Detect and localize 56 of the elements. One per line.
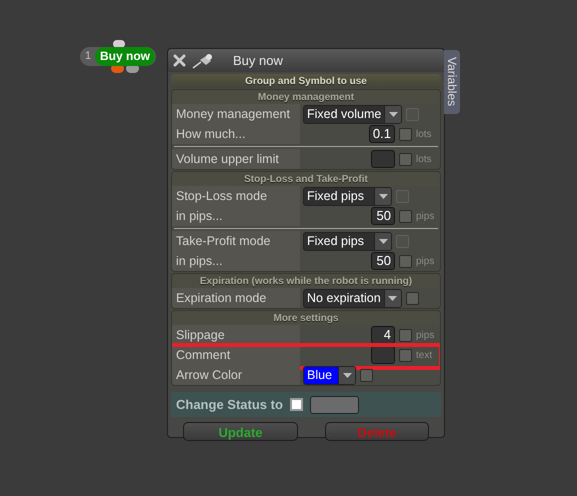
unit-label: text bbox=[416, 348, 434, 362]
unit-label: lots bbox=[416, 152, 433, 166]
unit-label: pips bbox=[416, 254, 436, 268]
dropdown[interactable]: Fixed pips bbox=[303, 232, 392, 250]
section-header: More settings bbox=[172, 311, 440, 325]
dropdown[interactable]: No expiration bbox=[303, 288, 402, 308]
section-header: Stop-Loss and Take-Profit bbox=[172, 172, 440, 186]
checkbox[interactable] bbox=[399, 348, 412, 362]
input-field[interactable]: 4 bbox=[371, 326, 395, 344]
node-number: 1 bbox=[85, 49, 92, 64]
field-label: in pips... bbox=[172, 251, 300, 271]
input-field[interactable]: 50 bbox=[371, 207, 395, 225]
checkbox[interactable] bbox=[399, 328, 412, 342]
unit-label: lots bbox=[416, 128, 433, 142]
field-label: Arrow Color bbox=[172, 365, 300, 385]
field-label: Comment bbox=[172, 345, 300, 365]
window-title: Buy now bbox=[233, 52, 283, 70]
input-field[interactable]: 50 bbox=[371, 252, 395, 270]
field-label: How much... bbox=[172, 124, 300, 144]
caret-icon[interactable] bbox=[388, 296, 398, 300]
field-label: Expiration mode bbox=[172, 288, 300, 308]
section-header: Money management bbox=[172, 90, 440, 104]
checkbox[interactable] bbox=[399, 128, 412, 140]
input-field[interactable] bbox=[371, 150, 395, 168]
field-label: in pips... bbox=[172, 206, 300, 226]
block-node-background[interactable]: 1 Buy now bbox=[80, 47, 156, 66]
caret-icon[interactable] bbox=[378, 238, 388, 244]
dropdown[interactable]: Fixed volume bbox=[303, 104, 402, 124]
checkbox[interactable] bbox=[399, 152, 412, 166]
status-input-field[interactable] bbox=[310, 396, 359, 414]
checkbox[interactable] bbox=[360, 368, 373, 382]
field-label: Volume upper limit bbox=[172, 149, 300, 169]
variables-tab[interactable]: Variables bbox=[444, 50, 460, 114]
field-label: Slippage bbox=[172, 325, 300, 345]
unit-label: pips bbox=[416, 210, 436, 224]
dropdown[interactable]: Blue bbox=[303, 366, 356, 384]
input-field[interactable]: 0.1 bbox=[368, 125, 395, 143]
caret-icon[interactable] bbox=[378, 194, 388, 198]
checkbox[interactable] bbox=[399, 210, 412, 222]
checkbox[interactable] bbox=[290, 398, 303, 411]
checkbox[interactable] bbox=[399, 254, 412, 268]
status-label: Change Status to bbox=[176, 396, 283, 414]
checkbox[interactable] bbox=[406, 292, 419, 304]
pin-icon[interactable] bbox=[192, 52, 214, 68]
group-header: Group and Symbol to use bbox=[171, 74, 441, 88]
input-field[interactable] bbox=[371, 346, 395, 364]
section-header: Expiration (works while the robot is running) bbox=[172, 274, 440, 288]
caret-icon[interactable] bbox=[388, 112, 398, 116]
node-label: Buy now bbox=[95, 47, 155, 66]
field-label: Money management bbox=[172, 104, 300, 124]
unit-label: pips bbox=[416, 328, 436, 342]
dropdown[interactable]: Fixed pips bbox=[303, 186, 392, 206]
caret-icon[interactable] bbox=[342, 372, 352, 378]
close-icon[interactable] bbox=[173, 54, 186, 67]
field-label: Stop-Loss mode bbox=[172, 186, 300, 206]
field-label: Take-Profit mode bbox=[172, 231, 300, 251]
